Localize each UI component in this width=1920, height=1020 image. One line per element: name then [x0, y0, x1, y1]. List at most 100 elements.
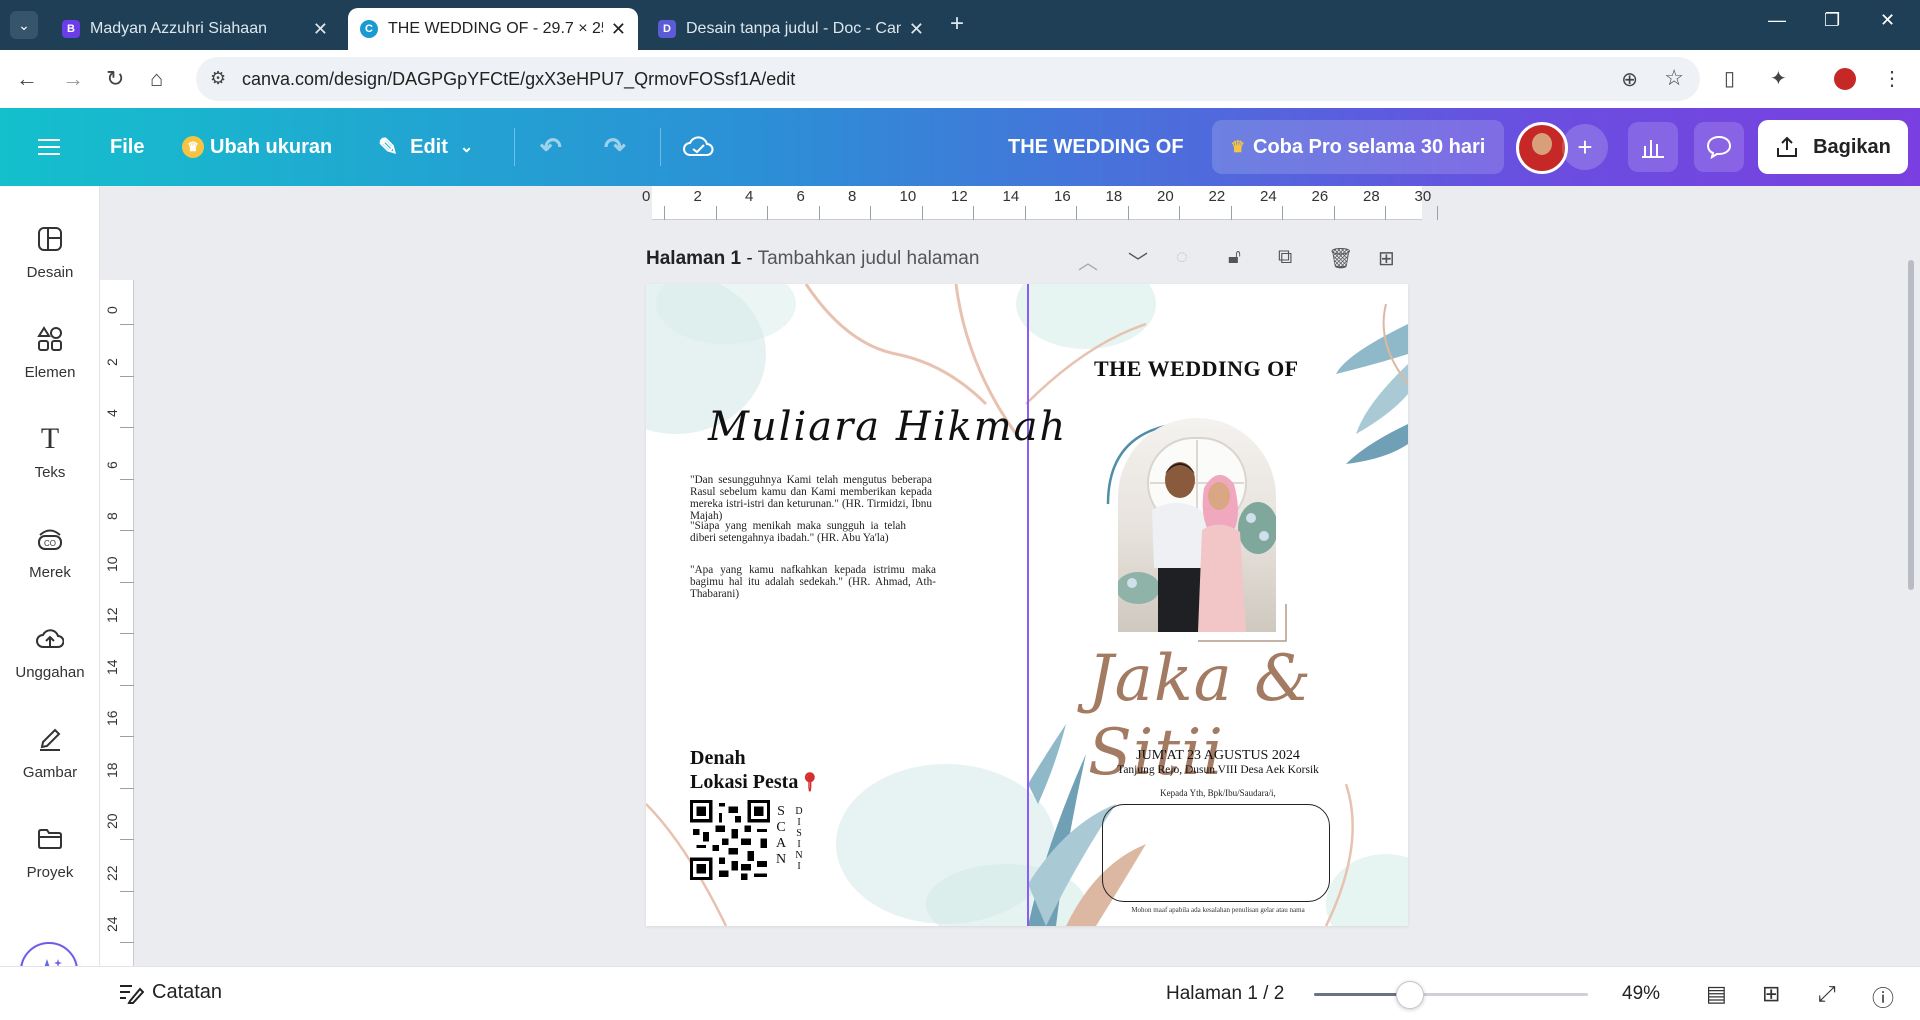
tab-title: Desain tanpa judul - Doc - Canva [686, 20, 901, 37]
sidebar-item-teks[interactable]: T Teks [0, 412, 100, 492]
page-view-icon[interactable]: ▤ [1706, 981, 1727, 1007]
notes-button[interactable]: Catatan [118, 981, 222, 1004]
comment-icon[interactable] [1694, 122, 1744, 172]
zoom-slider-handle[interactable] [1395, 981, 1424, 1009]
page-title-row[interactable]: Halaman 1 - Tambahkan judul halaman [646, 248, 979, 270]
couple-photo[interactable] [1118, 418, 1276, 632]
event-date[interactable]: JUM'AT 23 AGUSTUS 2024 [1028, 748, 1408, 764]
ruler-tick-label: 16 [1054, 188, 1071, 205]
back-icon[interactable]: ← [16, 66, 38, 92]
lock-page-icon[interactable]: 🔓︎ [1228, 246, 1241, 269]
disini-letter: I [797, 817, 801, 828]
wedding-title[interactable]: THE WEDDING OF [1094, 356, 1299, 382]
zoom-percentage[interactable]: 49% [1622, 983, 1660, 1005]
try-pro-button[interactable]: ♛ Coba Pro selama 30 hari [1212, 120, 1504, 174]
ruler-tick-label: 22 [1208, 188, 1226, 205]
resize-button[interactable]: ♛ Ubah ukuran [182, 108, 332, 186]
browser-menu-icon[interactable]: ⋮ [1882, 66, 1902, 91]
redo-icon[interactable]: ↷ [604, 108, 626, 186]
qr-code[interactable] [690, 800, 770, 880]
sidebar-item-unggahan[interactable]: Unggahan [0, 612, 100, 692]
design-page[interactable]: Muliara Hikmah "Dan sesungguhnya Kami te… [646, 284, 1408, 926]
close-tab-icon[interactable]: ✕ [313, 19, 328, 40]
apology-footnote[interactable]: Mohon maaf apabila ada kesalahan penulis… [1028, 906, 1408, 914]
notes-label: Catatan [152, 981, 223, 1003]
add-page-icon[interactable]: ⊞ [1378, 246, 1395, 271]
fullscreen-icon[interactable]: ⤢ [1818, 981, 1836, 1007]
extensions-puzzle-icon[interactable]: ✦ [1770, 66, 1787, 91]
map-heading-line-2: Lokasi Pesta [690, 771, 799, 793]
reload-icon[interactable]: ↻ [106, 66, 124, 92]
script-heading[interactable]: Muliara Hikmah [708, 404, 1067, 450]
tab-search-chevron-icon[interactable]: ⌄ [10, 11, 38, 39]
delete-page-icon[interactable]: 🗑︎ [1328, 246, 1353, 271]
move-page-up-icon[interactable]: ︿ [1078, 246, 1098, 275]
ruler-tick-line [767, 206, 768, 220]
minimize-icon[interactable]: — [1768, 10, 1786, 31]
site-info-icon[interactable]: ⚙ [210, 68, 226, 89]
scan-vertical-text[interactable]: S C A N [774, 804, 788, 868]
edit-menu[interactable]: ✎ Edit ⌄ [378, 108, 473, 186]
add-collaborator-button[interactable]: + [1562, 124, 1608, 170]
page-title-input[interactable]: Tambahkan judul halaman [758, 248, 980, 269]
ruler-tick-line [120, 324, 134, 325]
guest-name-box[interactable] [1102, 804, 1330, 902]
sidebar-item-proyek[interactable]: Proyek [0, 812, 100, 892]
close-tab-icon[interactable]: ✕ [611, 19, 626, 40]
forward-icon[interactable]: → [62, 66, 84, 92]
disini-letter: D [795, 806, 803, 817]
ruler-tick-label: 4 [745, 188, 754, 205]
sidebar-item-gambar[interactable]: Gambar [0, 712, 100, 792]
ruler-tick-label: 2 [104, 357, 120, 366]
pencil-icon: ✎ [378, 133, 399, 161]
browser-tab-3[interactable]: D Desain tanpa judul - Doc - Canva ✕ [646, 8, 936, 50]
disini-vertical-text[interactable]: D I S I N I [792, 806, 806, 872]
share-button[interactable]: Bagikan [1758, 120, 1908, 174]
page-count[interactable]: Halaman 1 / 2 [1166, 983, 1284, 1005]
cloud-saved-icon[interactable] [682, 108, 714, 186]
restore-icon[interactable]: ❐ [1824, 10, 1840, 31]
quote-1[interactable]: "Dan sesungguhnya Kami telah mengutus be… [690, 474, 932, 522]
omnibox[interactable]: ⚙ canva.com/design/DAGPGpYFCtE/gxX3eHPU7… [196, 57, 1700, 101]
divider [660, 128, 661, 166]
help-icon[interactable]: ⓘ [1872, 981, 1894, 1013]
sidebar-item-merek[interactable]: CO Merek [0, 512, 100, 592]
insights-chart-icon[interactable] [1628, 122, 1678, 172]
bookmark-star-icon[interactable]: ☆ [1664, 65, 1684, 91]
sidebar-item-elemen[interactable]: Elemen [0, 312, 100, 392]
map-heading[interactable]: Denah Lokasi Pesta📍︎ [690, 746, 821, 794]
vertical-scrollbar[interactable] [1908, 260, 1914, 590]
close-tab-icon[interactable]: ✕ [909, 19, 924, 40]
ruler-tick-label: 12 [104, 607, 120, 623]
user-avatar[interactable] [1516, 122, 1568, 174]
move-page-down-icon[interactable]: ﹀ [1128, 246, 1148, 275]
ruler-tick-line [1076, 206, 1077, 220]
hamburger-icon[interactable] [38, 108, 62, 186]
divider [514, 128, 515, 166]
url-text[interactable]: canva.com/design/DAGPGpYFCtE/gxX3eHPU7_Q… [242, 69, 795, 90]
ruler-tick-label: 20 [104, 813, 120, 829]
canva-doc-favicon-icon: D [658, 20, 676, 38]
document-title[interactable]: THE WEDDING OF [1008, 108, 1184, 186]
hide-page-icon[interactable]: ◌ [1176, 246, 1188, 269]
home-icon[interactable]: ⌂ [150, 66, 163, 92]
browser-tab-2[interactable]: C THE WEDDING OF - 29.7 × 25.1 ✕ [348, 8, 638, 50]
new-tab-button[interactable]: + [950, 10, 964, 38]
duplicate-page-icon[interactable]: ⧉ [1278, 246, 1292, 269]
file-menu[interactable]: File [110, 108, 144, 186]
close-window-icon[interactable]: ✕ [1880, 10, 1895, 31]
undo-icon[interactable]: ↶ [540, 108, 562, 186]
event-address[interactable]: Tanjung Rejo, Dusun VIII Desa Aek Korsik [1028, 764, 1408, 776]
guest-greeting[interactable]: Kepada Yth, Bpk/Ibu/Saudara/i, [1028, 788, 1408, 798]
quote-2[interactable]: "Siapa yang menikah maka sungguh ia tela… [690, 520, 906, 544]
sidebar-item-desain[interactable]: Desain [0, 212, 100, 292]
quote-3[interactable]: "Apa yang kamu nafkahkan kepada istrimu … [690, 564, 936, 600]
zoom-icon[interactable]: ⊕ [1621, 67, 1638, 92]
upload-cloud-icon [35, 624, 65, 654]
extension-icon[interactable]: ▯ [1724, 66, 1735, 91]
ruler-tick-line [1024, 206, 1026, 220]
ruler-tick-line [120, 530, 134, 531]
browser-profile-avatar[interactable] [1832, 66, 1858, 92]
grid-view-icon[interactable]: ⊞ [1762, 981, 1780, 1007]
browser-tab-1[interactable]: B Madyan Azzuhri Siahaan ✕ [50, 8, 340, 50]
